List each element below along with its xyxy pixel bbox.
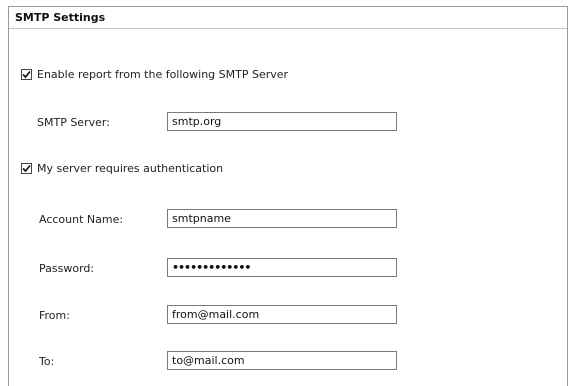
checkmark-icon bbox=[22, 164, 31, 172]
panel-header: SMTP Settings bbox=[9, 7, 567, 29]
smtp-server-label: SMTP Server: bbox=[37, 116, 110, 129]
password-input[interactable] bbox=[167, 258, 397, 277]
to-label: To: bbox=[39, 355, 55, 368]
enable-report-checkbox[interactable] bbox=[21, 68, 32, 80]
require-auth-checkbox[interactable] bbox=[21, 162, 32, 174]
account-name-input[interactable] bbox=[167, 209, 397, 228]
enable-report-row[interactable]: Enable report from the following SMTP Se… bbox=[21, 66, 288, 82]
to-input[interactable] bbox=[167, 351, 397, 370]
checkmark-icon bbox=[22, 70, 31, 78]
enable-report-label: Enable report from the following SMTP Se… bbox=[37, 67, 289, 81]
require-auth-label: My server requires authentication bbox=[37, 161, 224, 175]
password-label: Password: bbox=[39, 262, 95, 275]
smtp-settings-panel: SMTP Settings Enable report from the fol… bbox=[8, 6, 568, 386]
smtp-server-input[interactable] bbox=[167, 112, 397, 131]
from-label: From: bbox=[39, 309, 70, 322]
from-input[interactable] bbox=[167, 305, 397, 324]
panel-title: SMTP Settings bbox=[15, 11, 106, 24]
account-name-label: Account Name: bbox=[39, 213, 124, 226]
require-auth-row[interactable]: My server requires authentication bbox=[21, 160, 223, 176]
